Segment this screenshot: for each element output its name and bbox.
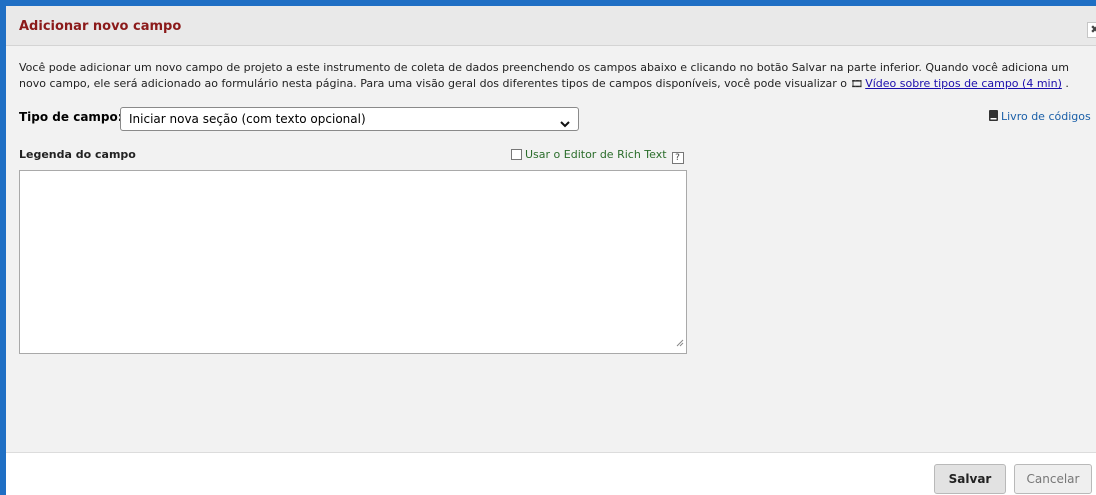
dialog-footer: Salvar Cancelar	[6, 452, 1096, 495]
rich-text-checkbox[interactable]	[511, 149, 522, 160]
film-icon: 🎞	[850, 79, 864, 90]
codebook-label: Livro de códigos	[1001, 110, 1091, 123]
field-caption-label: Legenda do campo	[19, 148, 136, 161]
save-button[interactable]: Salvar	[934, 464, 1006, 494]
chevron-down-icon	[560, 114, 570, 133]
cancel-button[interactable]: Cancelar	[1014, 464, 1092, 494]
video-link[interactable]: Vídeo sobre tipos de campo (4 min)	[865, 77, 1062, 90]
rich-text-option: Usar o Editor de Rich Text?	[511, 148, 684, 164]
help-icon[interactable]: ?	[671, 152, 684, 164]
instructions: Você pode adicionar um novo campo de pro…	[19, 60, 1089, 93]
field-caption-textarea[interactable]	[19, 170, 687, 354]
field-type-label: Tipo de campo:	[19, 110, 123, 124]
rich-text-label[interactable]: Usar o Editor de Rich Text	[525, 148, 667, 161]
resize-handle-icon[interactable]	[676, 332, 684, 351]
dialog-titlebar: Adicionar novo campo ✖	[6, 6, 1096, 46]
instructions-suffix: .	[1061, 77, 1069, 90]
book-icon	[989, 110, 998, 124]
codebook-link[interactable]: Livro de códigos	[989, 110, 1091, 124]
field-type-selected-value: Iniciar nova seção (com texto opcional)	[129, 112, 366, 126]
close-button[interactable]: ✖	[1087, 22, 1096, 38]
field-type-select[interactable]: Iniciar nova seção (com texto opcional)	[120, 107, 579, 131]
dialog-title: Adicionar novo campo	[19, 19, 182, 34]
